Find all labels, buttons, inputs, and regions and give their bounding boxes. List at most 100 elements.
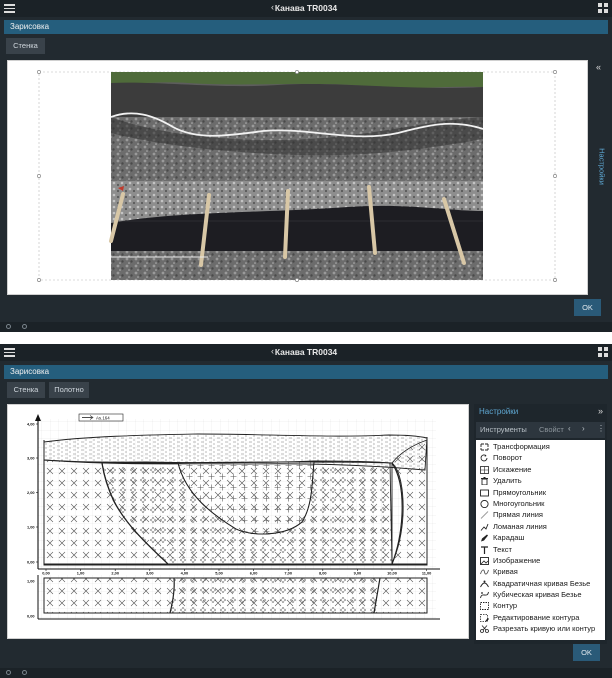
expand-panel-icon[interactable]: « (596, 62, 601, 72)
tool-item[interactable]: Изображение (476, 555, 605, 566)
tool-label: Кривая (493, 567, 518, 577)
trench-photo (109, 72, 484, 280)
y-tick-label: 3,00 (27, 456, 35, 461)
x-tick-label: 5,00 (215, 571, 223, 576)
x-tick-label: 4,00 (181, 571, 189, 576)
x-tick-label: 9,00 (354, 571, 362, 576)
settings-panel: Настройки » Инструменты Свойст ‹ › ⋮ Тра… (474, 404, 607, 644)
tabs-next-icon[interactable]: › (582, 424, 585, 433)
tool-label: Трансформация (493, 442, 550, 451)
tool-label: Ломаная линия (493, 521, 547, 531)
tab-tools[interactable]: Инструменты (480, 425, 527, 434)
tab-properties[interactable]: Свойст (539, 425, 564, 434)
section-header: Зарисовка (4, 20, 608, 34)
window-title: Канава TR0034 (274, 347, 338, 357)
title-bar: ‹ Канава TR0034 (0, 344, 612, 361)
rotate-icon (480, 454, 489, 462)
y-tick-label-lower: 1,00 (27, 579, 35, 584)
status-strip (0, 668, 612, 678)
tool-label: Карадаш (493, 533, 525, 543)
ok-button[interactable]: OK (574, 299, 601, 316)
x-tick-label: 6,00 (250, 571, 258, 576)
tool-item[interactable]: Прямая линия (476, 509, 605, 520)
y-tick-label: 1,00 (27, 525, 35, 530)
tool-item[interactable]: Удалить (476, 475, 605, 486)
y-tick-label: 2,00 (27, 490, 35, 495)
more-options-icon[interactable]: ⋮ (597, 424, 605, 433)
x-tick-label: 10,00 (387, 571, 397, 576)
section-title: Зарисовка (10, 367, 50, 376)
tool-item[interactable]: Квадратичная кривая Безье (476, 578, 605, 589)
line-icon (480, 511, 489, 520)
layout-grid-icon[interactable] (598, 347, 608, 357)
polyline-icon (480, 523, 489, 531)
tool-label: Квадратичная кривая Безье (493, 578, 591, 588)
x-tick-labels: 0,00 1,00 2,00 3,00 4,00 5,00 6,00 7,00 8,00 9,00… (42, 569, 431, 576)
tab-wall[interactable]: Стенка (7, 382, 45, 398)
main-section (43, 433, 428, 566)
x-tick-label: 3,00 (146, 571, 154, 576)
settings-panel-collapsed[interactable]: « Настройки (594, 62, 608, 262)
tool-label: Прямоугольник (493, 487, 547, 497)
tool-item[interactable]: Поворот (476, 452, 605, 463)
x-tick-label: 2,00 (111, 571, 119, 576)
edit-contour-icon (480, 613, 489, 622)
tool-item[interactable]: Разрезать кривую или контур (476, 623, 605, 634)
geology-drawing: As.164 4,00 3,00 2,00 1,00 0,00 0,00 1,00 2,00… (27, 413, 440, 620)
sketch-canvas[interactable] (7, 60, 588, 295)
y-tick-label: 0,00 (27, 560, 35, 565)
floor-section (43, 577, 428, 614)
screenshot-drawing-view: ‹ Канава TR0034 Зарисовка Стенка Полотно (0, 344, 612, 678)
tab-wall[interactable]: Стенка (6, 38, 45, 54)
tool-item[interactable]: Кубическая кривая Безье (476, 589, 605, 600)
curve-icon (480, 568, 489, 576)
tool-label: Прямая линия (493, 510, 543, 520)
tool-label: Редактирование контура (493, 612, 580, 622)
status-dot-icon (6, 670, 11, 675)
rectangle-icon (480, 489, 489, 497)
tool-item[interactable]: Кривая (476, 566, 605, 577)
contour-icon (480, 602, 489, 611)
tool-item[interactable]: Карадаш (476, 532, 605, 543)
collapse-panel-icon[interactable]: » (598, 406, 603, 416)
settings-vertical-label[interactable]: Настройки (598, 139, 607, 195)
tool-item[interactable]: Трансформация (476, 441, 605, 452)
pencil-icon (480, 534, 489, 542)
polygon-icon (480, 499, 489, 509)
tool-label: Текст (493, 544, 512, 554)
transform-icon (480, 443, 489, 451)
cubic-bezier-icon (480, 591, 489, 599)
layout-grid-icon[interactable] (598, 3, 608, 13)
tool-item[interactable]: Контур (476, 600, 605, 611)
tool-item[interactable]: Многоугольник (476, 498, 605, 509)
ok-button[interactable]: OK (573, 644, 600, 661)
quadratic-bezier-icon (480, 580, 489, 588)
sketch-canvas[interactable]: As.164 4,00 3,00 2,00 1,00 0,00 0,00 1,00 2,00… (7, 404, 469, 639)
section-title: Зарисовка (10, 22, 50, 31)
tab-floor[interactable]: Полотно (49, 382, 89, 398)
tool-item[interactable]: Ломаная линия (476, 521, 605, 532)
tool-label: Поворот (493, 453, 523, 463)
tool-label: Кубическая кривая Безье (493, 590, 582, 600)
window-title: Канава TR0034 (274, 3, 338, 13)
section-header: Зарисовка (4, 365, 608, 379)
text-icon (480, 545, 489, 554)
status-dot-icon (6, 324, 11, 329)
tool-item[interactable]: Прямоугольник (476, 487, 605, 498)
x-tick-label: 0,00 (42, 571, 50, 576)
tool-label: Изображение (493, 555, 541, 565)
screenshot-photo-view: ‹ Канава TR0034 Зарисовка Стенка « Настр… (0, 0, 612, 332)
tool-item[interactable]: Искажение (476, 464, 605, 475)
settings-panel-title: Настройки (479, 407, 519, 416)
tools-list: Трансформация Поворот Искажение Удалить Прям… (476, 440, 605, 640)
tool-item[interactable]: Текст (476, 544, 605, 555)
legend-label: As.164 (96, 416, 110, 421)
status-strip (0, 322, 612, 332)
trash-icon (480, 477, 489, 486)
x-tick-label: 11,00 (422, 571, 432, 576)
tabs-prev-icon[interactable]: ‹ (568, 424, 571, 433)
tool-item[interactable]: Редактирование контура (476, 612, 605, 623)
x-tick-label: 1,00 (77, 571, 85, 576)
title-bar: ‹ Канава TR0034 (0, 0, 612, 17)
x-tick-label: 7,00 (284, 571, 292, 576)
